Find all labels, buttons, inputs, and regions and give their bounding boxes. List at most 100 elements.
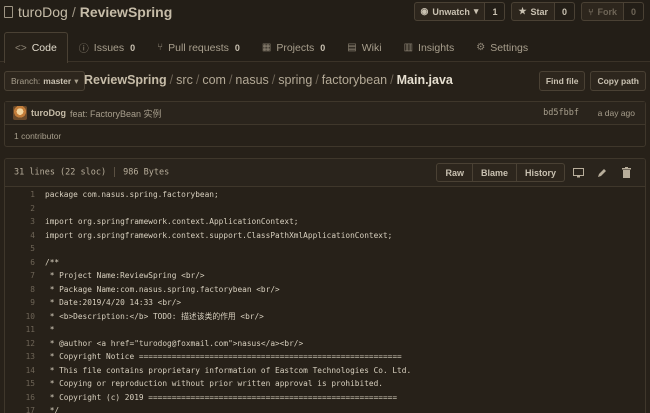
line-content: import org.springframework.context.Appli… xyxy=(45,217,299,227)
line-content: */ xyxy=(45,406,60,413)
code-line: 2 xyxy=(5,202,645,216)
line-number[interactable]: 17 xyxy=(5,406,35,413)
pencil-icon[interactable] xyxy=(591,163,613,182)
line-content: package com.nasus.spring.factorybean; xyxy=(45,190,219,200)
line-content: * This file contains proprietary informa… xyxy=(45,365,412,375)
file-navigation: Branch: master ▾ ReviewSpring / src / com / na… xyxy=(0,71,650,93)
line-number[interactable]: 5 xyxy=(5,244,35,253)
watch-button-group: ◉ Unwatch ▾ 1 xyxy=(413,2,506,21)
line-number[interactable]: 16 xyxy=(5,393,35,402)
line-number[interactable]: 4 xyxy=(5,231,35,240)
tab-label: Pull requests xyxy=(168,41,229,54)
star-button[interactable]: ★ Star xyxy=(511,2,556,21)
star-label: Star xyxy=(530,6,549,17)
breadcrumb-segment[interactable]: nasus xyxy=(235,73,268,87)
breadcrumb-segment[interactable]: src xyxy=(176,73,193,87)
code-line: 8 * Package Name:com.nasus.spring.factor… xyxy=(5,283,645,297)
code-line: 10 * <b>Description:</b> TODO: 描述该类的作用 <… xyxy=(5,310,645,324)
tab-settings[interactable]: ⚙ Settings xyxy=(465,32,539,62)
repo-header: turoDog / ReviewSpring ◉ Unwatch ▾ 1 ★ S… xyxy=(0,0,650,63)
branch-select-button[interactable]: Branch: master ▾ xyxy=(4,71,86,91)
tab-label: Insights xyxy=(418,41,455,54)
code-line: 9 * Date:2019/4/20 14:33 <br/> xyxy=(5,296,645,310)
repo-name-link[interactable]: ReviewSpring xyxy=(80,4,173,20)
breadcrumb: ReviewSpring / src / com / nasus / spring / factor… xyxy=(84,73,453,87)
file-viewer: 31 lines (22 sloc) 986 Bytes Raw Blame Hi… xyxy=(4,158,646,413)
line-number[interactable]: 6 xyxy=(5,258,35,267)
tab-label: Code xyxy=(31,42,57,54)
code-line: 6 /** xyxy=(5,256,645,270)
code-line: 3 import org.springframework.context.Appl… xyxy=(5,215,645,229)
repo-owner-link[interactable]: turoDog xyxy=(18,4,68,20)
code-line: 4 import org.springframework.context.supp… xyxy=(5,229,645,243)
copy-path-button[interactable]: Copy path xyxy=(590,71,646,91)
repo-actions: ◉ Unwatch ▾ 1 ★ Star 0 ⑂ Fork 0 xyxy=(413,2,644,21)
star-button-group: ★ Star 0 xyxy=(511,2,576,21)
line-content: * Package Name:com.nasus.spring.factoryb… xyxy=(45,284,280,294)
gear-icon: ⚙ xyxy=(476,42,486,53)
code-line: 5 xyxy=(5,242,645,256)
code-line: 16 * Copyright (c) 2019 ================… xyxy=(5,391,645,405)
line-number[interactable]: 2 xyxy=(5,204,35,213)
raw-button[interactable]: Raw xyxy=(436,163,473,182)
forks-count[interactable]: 0 xyxy=(623,2,644,21)
tab-code[interactable]: <> Code xyxy=(4,32,68,63)
tab-pull-requests[interactable]: ⑂ Pull requests 0 xyxy=(146,32,251,62)
tab-wiki[interactable]: ▤ Wiki xyxy=(336,32,392,62)
breadcrumb-separator: / xyxy=(390,73,394,87)
trash-icon[interactable] xyxy=(615,163,637,182)
unwatch-button[interactable]: ◉ Unwatch ▾ xyxy=(413,2,486,21)
tab-insights[interactable]: ▥ Insights xyxy=(393,32,466,62)
line-number[interactable]: 13 xyxy=(5,352,35,361)
line-number[interactable]: 15 xyxy=(5,379,35,388)
file-info: 31 lines (22 sloc) 986 Bytes xyxy=(14,167,169,178)
tab-projects[interactable]: ▦ Projects 0 xyxy=(251,32,336,62)
code-line: 1 package com.nasus.spring.factorybean; xyxy=(5,188,645,202)
commit-author-link[interactable]: turoDog xyxy=(31,108,66,118)
tab-issues[interactable]: ⓘ Issues 0 xyxy=(68,32,146,62)
avatar[interactable] xyxy=(13,106,27,120)
desktop-icon[interactable] xyxy=(567,163,589,182)
breadcrumb-segment[interactable]: factorybean xyxy=(322,73,387,87)
eye-icon: ◉ xyxy=(420,6,429,16)
line-number[interactable]: 11 xyxy=(5,325,35,334)
tab-label: Issues xyxy=(93,41,125,54)
line-content: * @author <a href="turodog@foxmail.com">… xyxy=(45,338,304,348)
code-line: 13 * Copyright Notice ==================… xyxy=(5,350,645,364)
code-line: 7 * Project Name:ReviewSpring <br/> xyxy=(5,269,645,283)
line-number[interactable]: 9 xyxy=(5,298,35,307)
fork-button[interactable]: ⑂ Fork xyxy=(581,2,624,21)
line-number[interactable]: 7 xyxy=(5,271,35,280)
branch-name: master xyxy=(43,76,72,86)
line-number[interactable]: 3 xyxy=(5,217,35,226)
line-number[interactable]: 1 xyxy=(5,190,35,199)
commit-message-link[interactable]: feat: FactoryBean 实例 xyxy=(70,107,162,120)
line-content: * Copyright (c) 2019 ===================… xyxy=(45,392,398,402)
code-table: 1 package com.nasus.spring.factorybean; 2… xyxy=(5,187,645,413)
breadcrumb-segment[interactable]: spring xyxy=(278,73,312,87)
file-line-count: 31 lines (22 sloc) xyxy=(14,167,107,178)
contributors-link[interactable]: 1 contributor xyxy=(5,125,645,147)
fork-icon: ⑂ xyxy=(588,6,594,17)
tab-label: Settings xyxy=(490,41,529,54)
breadcrumb-segment[interactable]: com xyxy=(202,73,226,87)
line-number[interactable]: 12 xyxy=(5,339,35,348)
breadcrumb-root-link[interactable]: ReviewSpring xyxy=(84,73,167,87)
code-line: 14 * This file contains proprietary info… xyxy=(5,364,645,378)
stargazers-count[interactable]: 0 xyxy=(555,2,576,21)
blame-button[interactable]: Blame xyxy=(472,163,517,182)
line-number[interactable]: 10 xyxy=(5,312,35,321)
history-button[interactable]: History xyxy=(516,163,565,182)
find-file-button[interactable]: Find file xyxy=(538,71,586,91)
line-number[interactable]: 14 xyxy=(5,366,35,375)
tab-counter: 0 xyxy=(130,42,136,53)
breadcrumb-separator: / xyxy=(228,73,233,87)
watchers-count[interactable]: 1 xyxy=(485,2,506,21)
file-header: 31 lines (22 sloc) 986 Bytes Raw Blame Hi… xyxy=(5,159,645,187)
code-line: 15 * Copying or reproduction without pri… xyxy=(5,377,645,391)
breadcrumb-separator: / xyxy=(315,73,319,87)
projects-icon: ▦ xyxy=(261,42,272,53)
commit-sha-link[interactable]: bd5fbbf xyxy=(543,108,579,118)
line-number[interactable]: 8 xyxy=(5,285,35,294)
star-icon: ★ xyxy=(518,6,527,16)
